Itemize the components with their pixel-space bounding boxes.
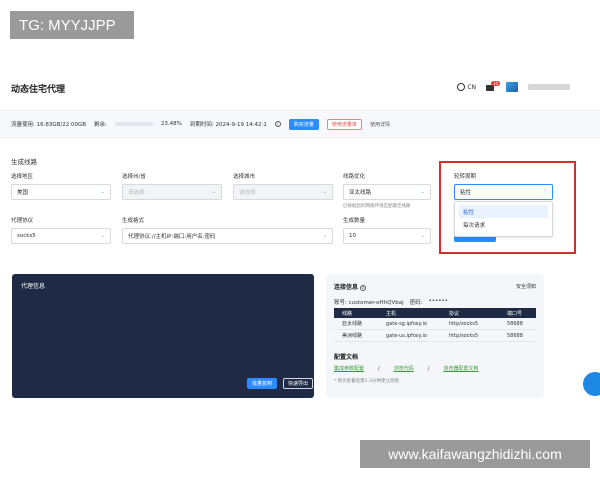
usage-detail-link[interactable]: 使用详情 (370, 121, 390, 128)
cell-protocol: http/socks5 (449, 332, 479, 339)
chevron-down-icon: ⌄ (322, 189, 327, 195)
cell-port: 58688 (507, 332, 523, 339)
state-select[interactable]: 请选择 ⌄ (122, 184, 222, 200)
city-field: 选择城市 请选择 ⌄ (233, 172, 333, 200)
city-select[interactable]: 请选择 ⌄ (233, 184, 333, 200)
section-title-generate: 生成线路 (11, 158, 37, 166)
language-label: CN (467, 83, 476, 91)
config-doc-links: 集成参数配置 / 浏览代码 / 浏览器配置文档 (334, 365, 478, 373)
cell-port: 58688 (507, 320, 523, 327)
highlight-annotation-box (439, 161, 576, 254)
cell-protocol: http/socks5 (449, 320, 479, 327)
cell-host[interactable]: gate-us.ipfoxy.io (386, 333, 449, 339)
page-title: 动态住宅代理 (11, 85, 66, 95)
col-protocol: 协议 (449, 310, 460, 317)
doc-separator: / (378, 365, 380, 372)
expiry-time: 到期时间: 2024-9-19 14:42:1 (189, 122, 267, 128)
password-value: •••••• (428, 298, 448, 304)
support-chat-button[interactable] (583, 372, 600, 396)
password-label: 密码: (409, 300, 423, 306)
line-optimization-value: 亚太线路 (349, 190, 372, 196)
remaining-percent: 23.48% (160, 121, 182, 127)
cell-line: 美洲线路 (342, 333, 363, 339)
usage-record-button[interactable]: 使用流量单 (326, 118, 362, 130)
doc-separator: / (427, 365, 430, 372)
chevron-down-icon: ⌄ (100, 233, 105, 239)
avatar[interactable] (506, 82, 518, 92)
site-watermark: www.kaifawangzhidizhi.com (360, 440, 590, 468)
username-blurred[interactable] (528, 84, 570, 90)
info-icon[interactable]: i (360, 284, 367, 291)
format-value: 代理协议://主机IP:端口:用户名:密码 (128, 234, 216, 240)
city-label: 选择城市 (233, 174, 256, 180)
globe-icon (457, 83, 466, 91)
proxy-info-title: 代理信息 (21, 283, 46, 290)
language-switch[interactable]: CN (457, 83, 476, 91)
state-label: 选择州/省 (122, 174, 146, 180)
header-actions: CN 10 (457, 80, 570, 92)
tg-watermark: TG: MYYJJPP (10, 11, 134, 39)
cell-line: 亚太线路 (342, 321, 363, 327)
chevron-down-icon: ⌄ (322, 233, 327, 239)
protocol-select[interactable]: socks5 ⌄ (11, 228, 111, 244)
chevron-down-icon: ⌄ (211, 189, 216, 195)
message-count-badge: 10 (491, 80, 501, 86)
doc-link-integration[interactable]: 集成参数配置 (334, 365, 364, 372)
chevron-down-icon: ⌄ (420, 233, 425, 239)
messages-button[interactable]: 10 (486, 80, 501, 92)
connection-info-panel: 连接信息 i 安全须知 账号: customer-eHhQVbaj 密码: ••… (326, 274, 544, 398)
config-docs-title: 配置文档 (334, 354, 359, 361)
city-placeholder: 请选择 (239, 190, 256, 196)
state-placeholder: 请选择 (128, 190, 145, 196)
stats-bar: 流量使用: 16.83GB/22.00GB 剩余: 23.48% 到期时间: 2… (0, 110, 600, 138)
line-optimization-select[interactable]: 亚太线路 ⌄ (343, 184, 431, 200)
quantity-label: 生成数量 (343, 218, 366, 224)
cell-host[interactable]: gate-sg.ipfoxy.io (386, 321, 449, 327)
connection-info-title: 连接信息 i (334, 282, 536, 291)
region-select[interactable]: 美国 ⌄ (11, 184, 111, 200)
protocol-value: socks5 (17, 233, 36, 239)
protocol-label: 代理协议 (11, 218, 34, 224)
quantity-select[interactable]: 10 ⌄ (343, 228, 431, 244)
line-optimization-label: 线路优化 (343, 174, 366, 180)
table-row: 亚太线路 gate-sg.ipfoxy.io http/socks5 58688 (334, 318, 536, 330)
connection-title-text: 连接信息 (334, 284, 359, 291)
doc-link-code[interactable]: 浏览代码 (394, 365, 414, 372)
table-header: 线路 主机 协议 端口号 (334, 308, 536, 318)
region-value: 美国 (17, 190, 29, 196)
remaining-label: 剩余: (94, 122, 107, 128)
batch-copy-button[interactable]: 批量复制 (247, 378, 278, 389)
col-line: 线路 (342, 310, 353, 317)
col-port: 端口号 (507, 310, 523, 317)
traffic-usage: 流量使用: 16.83GB/22.00GB (11, 122, 87, 128)
security-guide-link[interactable]: 安全须知 (516, 283, 536, 290)
chevron-down-icon: ⌄ (420, 189, 425, 195)
table-row: 美洲线路 gate-us.ipfoxy.io http/socks5 58688 (334, 330, 536, 342)
line-optimization-hint: 已根据您的网络环境匹配最佳线路 (343, 204, 411, 209)
quick-export-button[interactable]: 快速导出 (283, 378, 314, 389)
account-row: 账号: customer-eHhQVbaj 密码: •••••• (334, 298, 536, 306)
connection-table: 线路 主机 协议 端口号 亚太线路 gate-sg.ipfoxy.io http… (334, 308, 536, 342)
format-label: 生成格式 (122, 218, 145, 224)
region-field: 选择地区 美国 ⌄ (11, 172, 111, 200)
info-icon[interactable]: ! (274, 121, 281, 127)
proxy-info-panel: 代理信息 批量复制 快速导出 (12, 274, 314, 398)
quantity-value: 10 (349, 233, 356, 239)
chevron-down-icon: ⌄ (100, 189, 105, 195)
line-optimization-field: 线路优化 亚太线路 ⌄ 已根据您的网络环境匹配最佳线路 (343, 172, 431, 209)
col-host: 主机 (386, 310, 397, 317)
traffic-progress-bar (114, 122, 153, 126)
account-text: 账号: customer-eHhQVbaj (334, 300, 404, 306)
config-note: * 购买套餐后需1-3分钟建立链接 (334, 379, 400, 384)
state-field: 选择州/省 请选择 ⌄ (122, 172, 222, 200)
format-field: 生成格式 代理协议://主机IP:端口:用户名:密码 ⌄ (122, 216, 333, 244)
quantity-field: 生成数量 10 ⌄ (343, 216, 431, 244)
protocol-field: 代理协议 socks5 ⌄ (11, 216, 111, 244)
buy-traffic-button[interactable]: 购买流量 (288, 118, 319, 130)
format-select[interactable]: 代理协议://主机IP:端口:用户名:密码 ⌄ (122, 228, 333, 244)
region-label: 选择地区 (11, 174, 34, 180)
doc-link-browser[interactable]: 浏览器配置文档 (443, 365, 478, 372)
